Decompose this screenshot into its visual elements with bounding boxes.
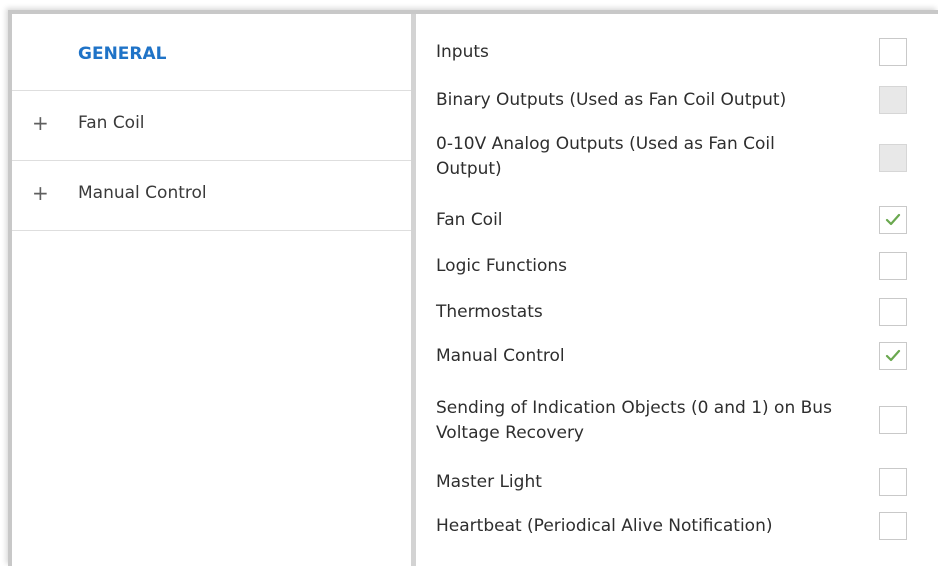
option-label: Master Light: [436, 472, 542, 492]
sidebar-item-label: Manual Control: [78, 183, 207, 203]
option-label: 0-10V Analog Outputs (Used as Fan Coil O…: [436, 134, 775, 179]
plus-icon[interactable]: +: [32, 113, 49, 133]
fan-coil-checkbox[interactable]: [879, 206, 907, 234]
binary-outputs-checkbox: [879, 86, 907, 114]
sidebar-title-general[interactable]: GENERAL: [78, 44, 167, 64]
sidebar-item-manual-control[interactable]: + Manual Control: [12, 161, 411, 231]
sidebar: GENERAL + Fan Coil + Manual Control: [12, 14, 416, 566]
option-label: Binary Outputs (Used as Fan Coil Output): [436, 90, 787, 110]
option-label: Heartbeat (Periodical Alive Notification…: [436, 516, 773, 536]
heartbeat-checkbox[interactable]: [879, 512, 907, 540]
checkmark-icon: [885, 213, 901, 226]
thermostats-checkbox[interactable]: [879, 298, 907, 326]
option-label: Thermostats: [436, 302, 543, 322]
master-light-checkbox[interactable]: [879, 468, 907, 496]
plus-icon[interactable]: +: [32, 183, 49, 203]
inputs-checkbox[interactable]: [879, 38, 907, 66]
option-label: Fan Coil: [436, 210, 503, 230]
analog-outputs-checkbox: [879, 144, 907, 172]
logic-functions-checkbox[interactable]: [879, 252, 907, 280]
option-label: Logic Functions: [436, 256, 568, 276]
indication-objects-checkbox[interactable]: [879, 406, 907, 434]
option-label: Manual Control: [436, 346, 565, 366]
manual-control-checkbox[interactable]: [879, 342, 907, 370]
option-label: Inputs: [436, 42, 489, 62]
sidebar-item-label: Fan Coil: [78, 113, 145, 133]
sidebar-item-fan-coil[interactable]: + Fan Coil: [12, 91, 411, 161]
option-label: Sending of Indication Objects (0 and 1) …: [436, 398, 832, 443]
checkmark-icon: [885, 349, 901, 362]
parameters-panel: GENERAL + Fan Coil + Manual Control Inpu…: [8, 10, 938, 566]
